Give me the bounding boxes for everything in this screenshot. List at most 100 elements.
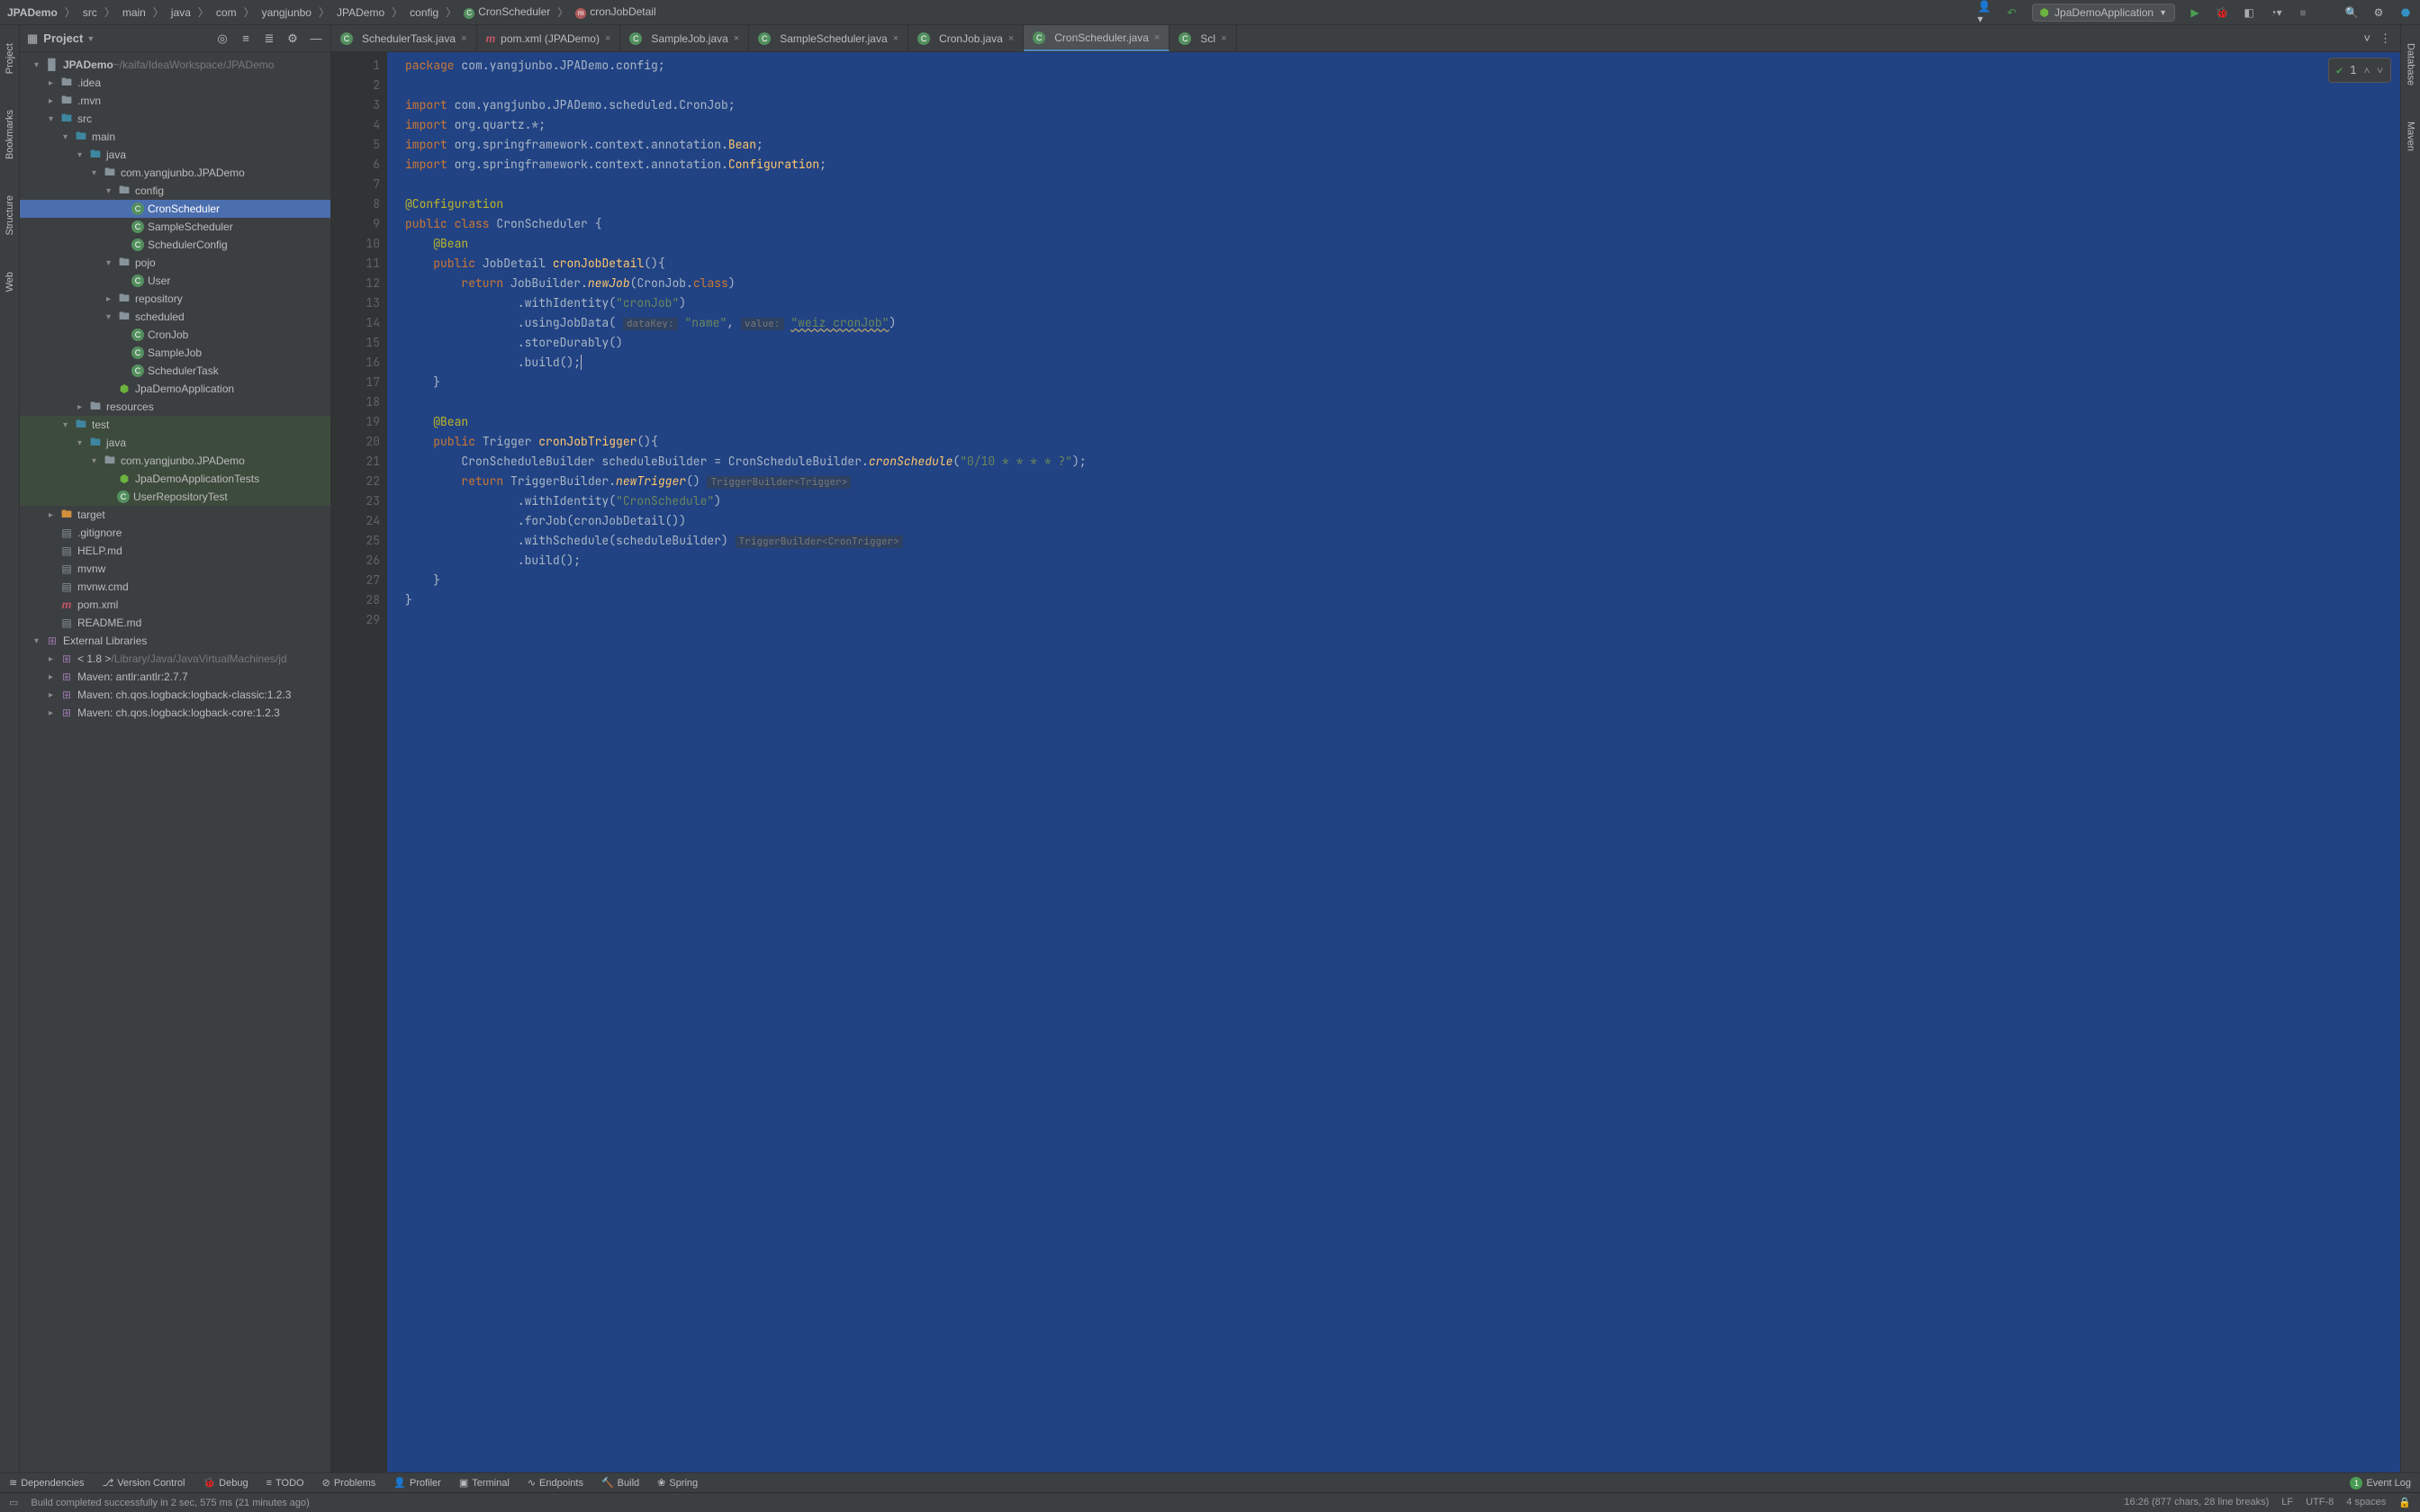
line-number[interactable]: 13⬢	[335, 293, 380, 313]
event-log[interactable]: 1Event Log	[2350, 1477, 2411, 1490]
line-number[interactable]: 5	[335, 135, 380, 155]
code-line[interactable]: @Configuration	[405, 194, 2400, 214]
hide-icon[interactable]: —	[309, 32, 323, 46]
line-number[interactable]: 26	[335, 551, 380, 571]
tree-item[interactable]: ⬢JpaDemoApplicationTests	[20, 470, 330, 488]
tool-window-project[interactable]: Project	[5, 43, 15, 74]
profile-button[interactable]: ◔▾	[2269, 5, 2283, 20]
code-line[interactable]: }	[405, 373, 2400, 392]
close-icon[interactable]: ×	[893, 33, 898, 44]
collapse-icon[interactable]: ≣	[262, 32, 276, 46]
tool-window-version-control[interactable]: ⎇Version Control	[103, 1477, 185, 1489]
code-line[interactable]: @Bean	[405, 412, 2400, 432]
tree-item[interactable]: CCronJob	[20, 326, 330, 344]
close-icon[interactable]: ×	[605, 33, 610, 44]
more-icon[interactable]: ⋮	[2379, 32, 2391, 46]
code-line[interactable]: public Trigger cronJobTrigger(){	[405, 432, 2400, 452]
breadcrumb-item[interactable]: JPADemo	[337, 6, 384, 19]
line-number[interactable]: 15	[335, 333, 380, 353]
code-line[interactable]: .build();	[405, 551, 2400, 571]
editor-tab[interactable]: mpom.xml (JPADemo)×	[477, 25, 621, 51]
tool-window-profiler[interactable]: 👤Profiler	[393, 1477, 441, 1489]
breadcrumb-item[interactable]: yangjunbo	[262, 6, 312, 19]
tree-item[interactable]: ▾🖿config	[20, 182, 330, 200]
line-number[interactable]: 23	[335, 491, 380, 511]
code-line[interactable]	[405, 76, 2400, 95]
tree-item[interactable]: ▾🖿java	[20, 146, 330, 164]
tool-window-endpoints[interactable]: ∿Endpoints	[528, 1477, 583, 1489]
expand-icon[interactable]: ≡	[239, 32, 253, 46]
line-number[interactable]: 1	[335, 56, 380, 76]
project-tree[interactable]: ▾▉JPADemo ~/kaifa/IdeaWorkspace/JPADemo▸…	[20, 52, 330, 1472]
close-icon[interactable]: ×	[1008, 33, 1014, 44]
close-icon[interactable]: ×	[734, 33, 739, 44]
tool-window-bookmarks[interactable]: Bookmarks	[5, 110, 15, 159]
code-line[interactable]: import org.springframework.context.annot…	[405, 155, 2400, 175]
tree-item[interactable]: CSampleScheduler	[20, 218, 330, 236]
code-line[interactable]: .forJob(cronJobDetail())	[405, 511, 2400, 531]
tool-window-todo[interactable]: ≡TODO	[266, 1478, 304, 1489]
line-number[interactable]: 17	[335, 373, 380, 392]
status-item[interactable]: 4 spaces	[2346, 1497, 2386, 1508]
line-number[interactable]: 22	[335, 472, 380, 491]
line-number[interactable]: 20	[335, 432, 380, 452]
code-line[interactable]	[405, 392, 2400, 412]
tool-window-terminal[interactable]: ▣Terminal	[459, 1477, 510, 1489]
line-number[interactable]: 24	[335, 511, 380, 531]
status-item[interactable]: UTF-8	[2306, 1497, 2334, 1508]
code-line[interactable]: }	[405, 571, 2400, 590]
tree-item[interactable]: ▸🖿.idea	[20, 74, 330, 92]
inspection-widget[interactable]: ✔ 1 ˄ ˅	[2328, 58, 2391, 83]
line-number[interactable]: 16💡	[335, 353, 380, 373]
code-line[interactable]: import org.quartz.*;	[405, 115, 2400, 135]
line-number[interactable]: 19⬢	[335, 412, 380, 432]
tree-item[interactable]: CUserRepositoryTest	[20, 488, 330, 506]
tree-item[interactable]: ▸🖿repository	[20, 290, 330, 308]
tree-item[interactable]: ▸🖿.mvn	[20, 92, 330, 110]
code-line[interactable]	[405, 175, 2400, 194]
tree-item[interactable]: ▸⊞Maven: ch.qos.logback:logback-classic:…	[20, 686, 330, 704]
tool-window-maven[interactable]: Maven	[2406, 122, 2416, 151]
status-item[interactable]: 16:26 (877 chars, 28 line breaks)	[2124, 1497, 2269, 1508]
code-line[interactable]: return JobBuilder.newJob(CronJob.class)	[405, 274, 2400, 293]
run-configuration-dropdown[interactable]: ⬢ JpaDemoApplication ▼	[2032, 4, 2175, 22]
close-icon[interactable]: ×	[461, 33, 466, 44]
tool-window-dependencies[interactable]: ≋Dependencies	[9, 1477, 85, 1489]
code-line[interactable]: @Bean	[405, 234, 2400, 254]
tool-window-build[interactable]: 🔨Build	[601, 1477, 639, 1489]
run-button[interactable]: ▶	[2188, 5, 2202, 20]
tool-window-database[interactable]: Database	[2406, 43, 2416, 86]
editor-tab[interactable]: CCronJob.java×	[908, 25, 1024, 51]
code-line[interactable]: .build();	[405, 353, 2400, 373]
select-opened-icon[interactable]: ◎	[215, 32, 230, 46]
chevron-down-icon[interactable]: ˅	[2377, 60, 2383, 80]
lock-icon[interactable]: 🔒	[2398, 1497, 2411, 1508]
code-line[interactable]	[405, 610, 2400, 630]
line-number[interactable]: 12	[335, 274, 380, 293]
code-line[interactable]: .withSchedule(scheduleBuilder) TriggerBu…	[405, 531, 2400, 551]
shield-icon[interactable]: ⬣	[2398, 5, 2413, 20]
breadcrumb-item[interactable]: main	[122, 6, 146, 19]
code-line[interactable]: public JobDetail cronJobDetail(){	[405, 254, 2400, 274]
line-number[interactable]: 11	[335, 254, 380, 274]
debug-button[interactable]: 🐞	[2215, 5, 2229, 20]
tree-item[interactable]: ▸🖿resources	[20, 398, 330, 416]
code-line[interactable]: import org.springframework.context.annot…	[405, 135, 2400, 155]
tree-item[interactable]: ▾🖿com.yangjunbo.JPADemo	[20, 164, 330, 182]
search-icon[interactable]: 🔍	[2344, 5, 2359, 20]
code-area[interactable]: ✔ 1 ˄ ˅ package com.yangjunbo.JPADemo.co…	[387, 52, 2400, 1472]
code-line[interactable]: .withIdentity("cronJob")	[405, 293, 2400, 313]
line-number[interactable]: 6	[335, 155, 380, 175]
tool-window-structure[interactable]: Structure	[5, 195, 15, 236]
breadcrumb-item[interactable]: src	[83, 6, 97, 19]
code-line[interactable]: import com.yangjunbo.JPADemo.scheduled.C…	[405, 95, 2400, 115]
line-number[interactable]: 4	[335, 115, 380, 135]
code-line[interactable]: public class CronScheduler {	[405, 214, 2400, 234]
line-number[interactable]: 14	[335, 313, 380, 333]
tree-item[interactable]: ▾▉JPADemo ~/kaifa/IdeaWorkspace/JPADemo	[20, 56, 330, 74]
breadcrumb-item[interactable]: com	[216, 6, 237, 19]
tree-item[interactable]: CUser	[20, 272, 330, 290]
editor-tab[interactable]: CCronScheduler.java×	[1024, 25, 1169, 51]
tree-item[interactable]: ▸⊞Maven: antlr:antlr:2.7.7	[20, 668, 330, 686]
tree-item[interactable]: ▾🖿main	[20, 128, 330, 146]
